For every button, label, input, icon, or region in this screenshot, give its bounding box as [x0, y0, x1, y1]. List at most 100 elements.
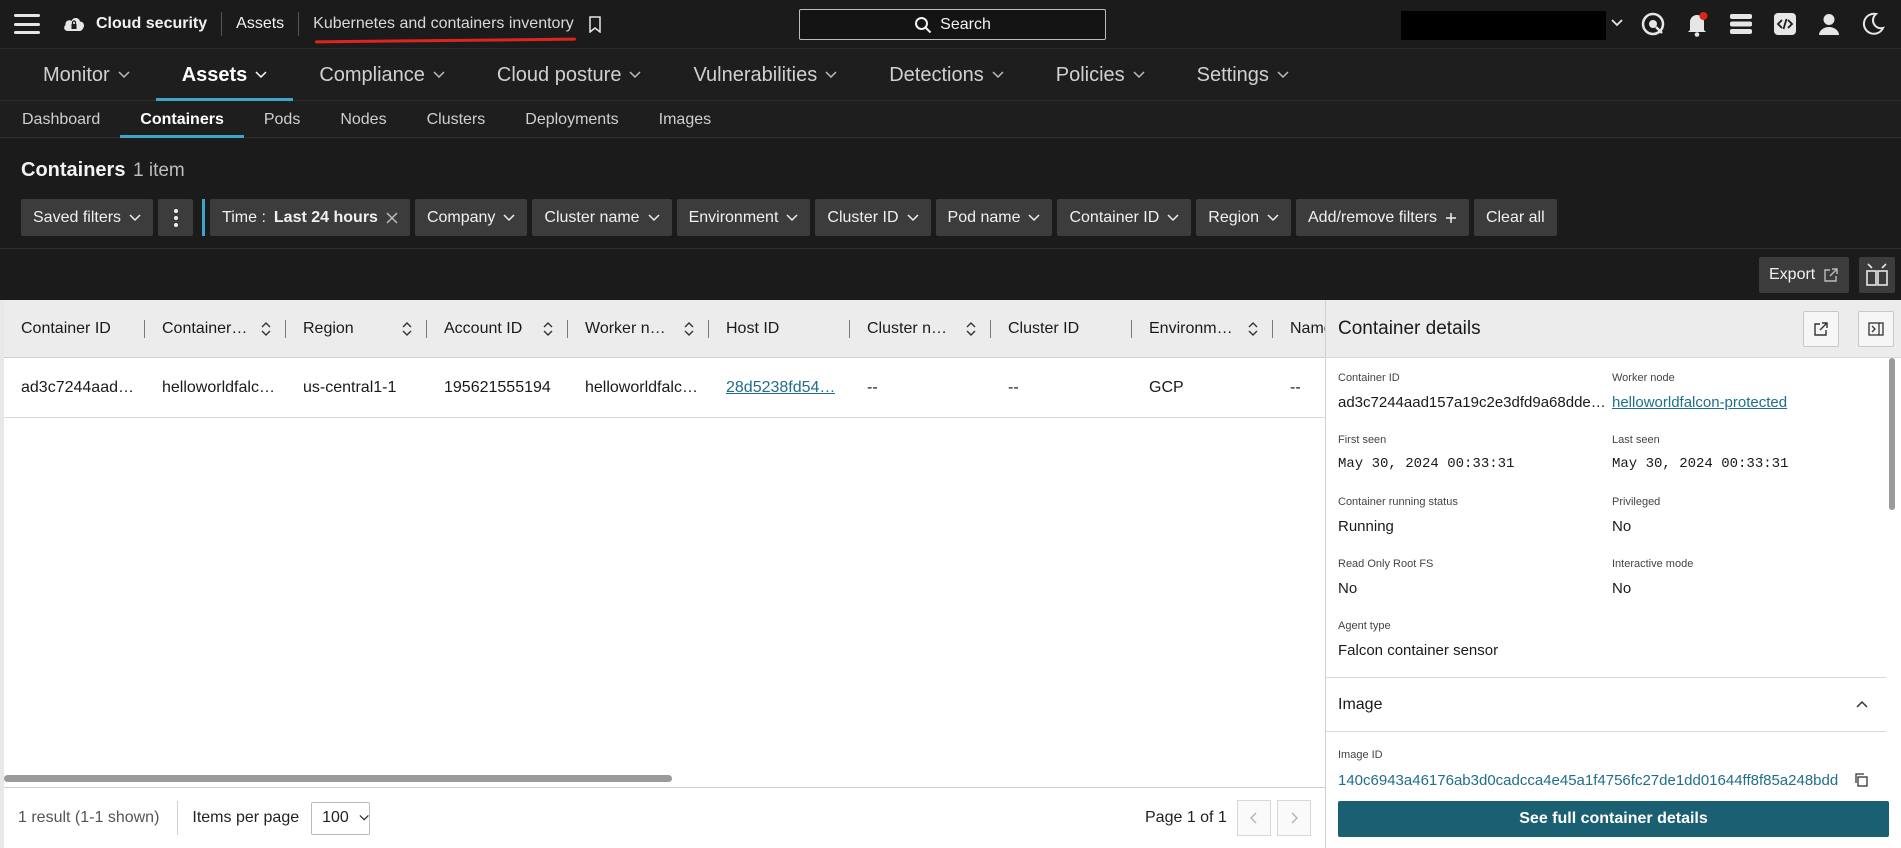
tab-deployments[interactable]: Deployments — [505, 102, 638, 138]
column-header[interactable]: Region — [286, 300, 427, 357]
brand-name[interactable]: Cloud security — [96, 15, 207, 33]
next-page-button[interactable] — [1277, 800, 1311, 836]
worker-node-link[interactable]: helloworldfalcon-protected — [1612, 394, 1787, 411]
close-icon[interactable] — [386, 211, 398, 224]
company-filter[interactable]: Company — [414, 199, 528, 236]
breadcrumb-separator — [298, 12, 300, 36]
details-scrollbar[interactable] — [1889, 358, 1895, 510]
field-worker-node: Worker node helloworldfalcon-protected — [1612, 372, 1788, 411]
field-read-only-root-fs: Read Only Root FS No — [1338, 558, 1434, 597]
search-icon — [915, 16, 932, 33]
more-options-button[interactable] — [158, 199, 194, 236]
previous-page-button[interactable] — [1237, 800, 1271, 836]
plus-icon — [1445, 212, 1456, 223]
column-header[interactable]: Cluster ID — [991, 300, 1132, 357]
layout-toggle-button[interactable] — [1859, 257, 1895, 293]
page-info: Page 1 of 1 — [1145, 809, 1227, 826]
see-full-details-button[interactable]: See full container details — [1338, 801, 1889, 837]
chevron-right-icon — [1291, 812, 1298, 824]
environment-filter[interactable]: Environment — [676, 199, 811, 236]
search-button[interactable]: Search — [799, 9, 1106, 40]
region-filter[interactable]: Region — [1196, 199, 1291, 236]
chevron-down-icon — [825, 71, 837, 79]
chevron-down-icon — [786, 213, 798, 221]
column-header[interactable]: Host ID — [709, 300, 850, 357]
chevron-down-icon — [1167, 213, 1179, 221]
chevron-up-icon — [1856, 700, 1868, 708]
column-header[interactable]: Environm… — [1132, 300, 1273, 357]
column-header[interactable]: Name — [1273, 300, 1325, 357]
developer-code-icon[interactable] — [1772, 11, 1798, 37]
table-row[interactable]: ad3c7244aad… helloworldfalc… us-central1… — [4, 358, 1325, 418]
cell-host-id: 28d5238fd54… — [709, 358, 850, 417]
saved-filters-button[interactable]: Saved filters — [21, 199, 154, 236]
nav-cloud-posture[interactable]: Cloud posture — [471, 50, 668, 101]
time-filter[interactable]: Time : Last 24 hours — [210, 199, 410, 236]
nav-monitor[interactable]: Monitor — [17, 50, 156, 101]
nav-assets[interactable]: Assets — [155, 50, 294, 101]
sort-icon[interactable] — [542, 320, 554, 338]
item-count: 1 item — [133, 160, 185, 181]
add-remove-filters-button[interactable]: Add/remove filters — [1296, 199, 1469, 236]
nav-vulnerabilities[interactable]: Vulnerabilities — [667, 50, 863, 101]
notifications-bell-icon[interactable] — [1684, 11, 1710, 37]
sort-icon[interactable] — [401, 320, 413, 338]
open-external-button[interactable] — [1803, 311, 1839, 347]
image-section-toggle[interactable]: Image — [1326, 677, 1886, 732]
dark-mode-moon-icon[interactable] — [1860, 11, 1886, 37]
host-id-link[interactable]: 28d5238fd54… — [726, 379, 835, 397]
menu-icon[interactable] — [14, 14, 40, 34]
cluster-name-filter[interactable]: Cluster name — [532, 199, 672, 236]
column-header[interactable]: Container ID — [4, 300, 145, 357]
chevron-down-icon — [992, 71, 1004, 79]
column-header[interactable]: Account ID — [427, 300, 568, 357]
column-header[interactable]: Container… — [145, 300, 286, 357]
split-layout-icon — [1866, 263, 1888, 286]
pagination-footer: 1 result (1-1 shown) Items per page 100 … — [4, 787, 1325, 848]
vertical-dots-icon — [173, 208, 178, 227]
user-profile-icon[interactable] — [1816, 11, 1842, 37]
nav-policies[interactable]: Policies — [1030, 50, 1171, 101]
field-container-id: Container ID ad3c7244aad157a19c2e3dfd9a6… — [1338, 372, 1606, 411]
news-feed-icon[interactable] — [1728, 11, 1754, 37]
nav-detections[interactable]: Detections — [863, 50, 1030, 101]
collapse-panel-button[interactable] — [1858, 311, 1894, 347]
image-id-link[interactable]: 140c6943a46176ab3d0cadcca4e45a1f4756fc27… — [1338, 772, 1838, 789]
horizontal-scrollbar[interactable] — [4, 775, 672, 782]
sort-icon[interactable] — [683, 320, 695, 338]
column-header[interactable]: Worker n… — [568, 300, 709, 357]
filters-area: Containers 1 item Saved filters Time : La… — [0, 139, 1901, 249]
sort-icon[interactable] — [965, 320, 977, 338]
filter-divider — [202, 199, 206, 236]
pod-name-filter[interactable]: Pod name — [935, 199, 1053, 236]
page-title: Containers — [21, 159, 126, 181]
sort-icon[interactable] — [1247, 320, 1259, 338]
breadcrumb-assets[interactable]: Assets — [236, 15, 284, 33]
copy-icon[interactable] — [1853, 772, 1869, 788]
cell-account-id: 195621555194 — [444, 378, 551, 396]
sort-icon[interactable] — [260, 320, 272, 338]
tab-nodes[interactable]: Nodes — [320, 102, 406, 138]
column-header[interactable]: Cluster n… — [850, 300, 991, 357]
field-interactive-mode: Interactive mode No — [1612, 558, 1694, 597]
falcon-assist-icon[interactable] — [1640, 11, 1666, 37]
chevron-down-icon — [129, 213, 141, 221]
account-selector[interactable] — [1401, 11, 1606, 40]
bookmark-icon[interactable] — [588, 15, 602, 33]
external-link-icon — [1814, 322, 1828, 336]
clear-all-button[interactable]: Clear all — [1473, 199, 1557, 236]
tab-dashboard[interactable]: Dashboard — [2, 102, 120, 138]
cluster-id-filter[interactable]: Cluster ID — [815, 199, 931, 236]
tab-containers[interactable]: Containers — [120, 102, 244, 138]
tab-images[interactable]: Images — [639, 102, 731, 138]
chevron-down-icon — [1133, 71, 1145, 79]
container-id-filter[interactable]: Container ID — [1057, 199, 1192, 236]
tab-clusters[interactable]: Clusters — [407, 102, 506, 138]
nav-settings[interactable]: Settings — [1171, 50, 1315, 101]
items-per-page-select[interactable]: 100 — [311, 801, 371, 835]
nav-compliance[interactable]: Compliance — [293, 50, 471, 101]
field-first-seen: First seen May 30, 2024 00:33:31 — [1338, 434, 1515, 472]
export-button[interactable]: Export — [1759, 257, 1850, 293]
tab-pods[interactable]: Pods — [244, 102, 320, 138]
chevron-down-icon[interactable] — [1610, 16, 1624, 30]
